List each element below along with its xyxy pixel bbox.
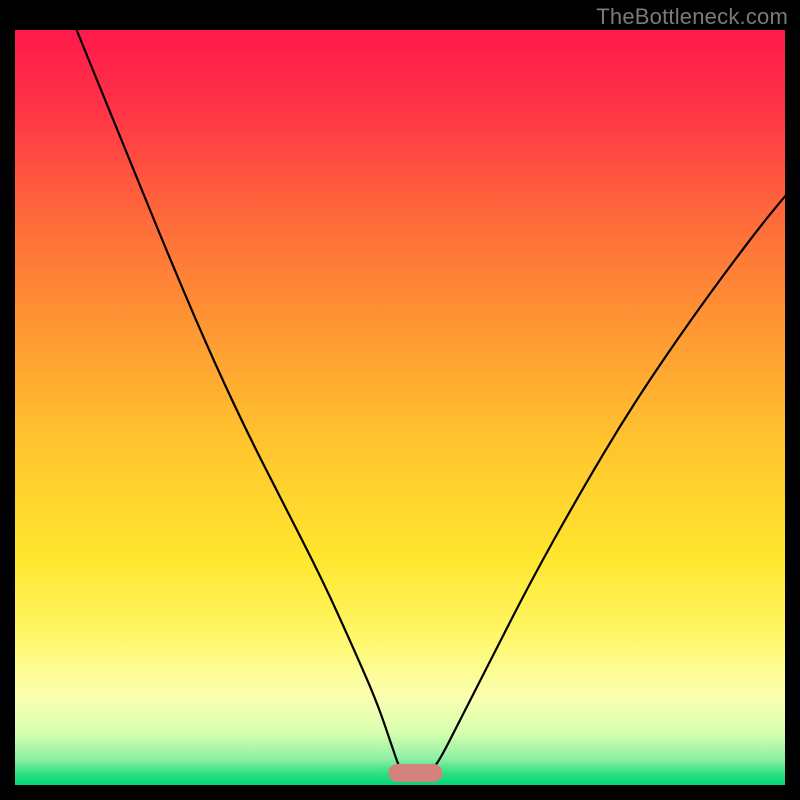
chart-background bbox=[15, 30, 785, 785]
optimal-marker bbox=[388, 764, 442, 782]
chart-svg bbox=[15, 30, 785, 785]
chart-frame: TheBottleneck.com bbox=[0, 0, 800, 800]
watermark-label: TheBottleneck.com bbox=[596, 4, 788, 30]
bottleneck-chart bbox=[15, 30, 785, 785]
